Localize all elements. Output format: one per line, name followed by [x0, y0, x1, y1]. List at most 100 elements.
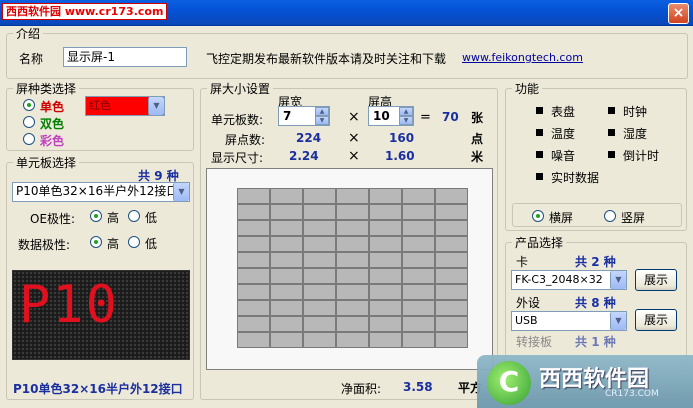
- countdown-square-icon: [608, 151, 615, 158]
- led-preview-text: P10: [19, 275, 119, 335]
- chevron-down-icon[interactable]: ▼: [610, 271, 626, 289]
- board-cell: [271, 269, 302, 283]
- name-label: 名称: [19, 52, 44, 66]
- board-cell: [238, 205, 269, 219]
- ext-show-button[interactable]: 展示: [635, 309, 677, 331]
- oe-high-radio[interactable]: [90, 210, 102, 222]
- board-cell: [436, 221, 467, 235]
- card-total: 2: [591, 255, 600, 269]
- adapter-total: 1: [591, 335, 600, 349]
- screen-type-legend: 屏种类选择: [13, 82, 80, 96]
- up-arrow-icon[interactable]: ▲: [399, 107, 413, 116]
- close-button[interactable]: ×: [668, 3, 689, 24]
- board-cell: [403, 333, 434, 347]
- board-cell: [436, 333, 467, 347]
- board-cell: [403, 317, 434, 331]
- board-cell: [337, 253, 368, 267]
- data-high-radio[interactable]: [90, 236, 102, 248]
- board-cell: [238, 221, 269, 235]
- board-cell: [403, 189, 434, 203]
- times-sign: ×: [348, 109, 360, 125]
- up-arrow-icon[interactable]: ▲: [315, 107, 329, 116]
- temperature-square-icon: [536, 129, 543, 136]
- height-stepper[interactable]: 10 ▲ ▼: [368, 106, 414, 126]
- board-cell: [271, 253, 302, 267]
- board-cell: [436, 301, 467, 315]
- watermark-url: www.cr173.com: [64, 5, 164, 18]
- down-arrow-icon[interactable]: ▼: [399, 116, 413, 125]
- board-cell: [304, 317, 335, 331]
- ext-select-value: USB: [515, 314, 538, 327]
- board-cell: [370, 269, 401, 283]
- chevron-down-icon[interactable]: ▼: [610, 312, 626, 330]
- full-color-radio[interactable]: [23, 133, 35, 145]
- landscape-label: 横屏: [549, 211, 574, 225]
- function-humidity: 湿度: [623, 127, 648, 141]
- adapter-total-suffix: 种: [603, 335, 616, 349]
- website-link[interactable]: www.feikongtech.com: [462, 51, 583, 64]
- product-legend: 产品选择: [512, 236, 567, 250]
- board-cell: [403, 237, 434, 251]
- board-cell: [238, 253, 269, 267]
- color-select[interactable]: 红色 ▼: [85, 96, 165, 116]
- board-cell: [370, 253, 401, 267]
- board-cell: [271, 301, 302, 315]
- width-stepper[interactable]: 7 ▲ ▼: [278, 106, 330, 126]
- function-legend: 功能: [512, 82, 543, 96]
- board-select[interactable]: P10单色32×16半户外12接口 ▼: [12, 182, 190, 202]
- oe-low-radio[interactable]: [128, 210, 140, 222]
- card-select[interactable]: FK-C3_2048×32 ▼: [511, 270, 627, 290]
- dual-color-radio[interactable]: [23, 116, 35, 128]
- board-cell: [337, 205, 368, 219]
- board-cell: [271, 333, 302, 347]
- down-arrow-icon[interactable]: ▼: [315, 116, 329, 125]
- board-cell: [304, 333, 335, 347]
- color-select-value: 红色: [89, 99, 111, 112]
- card-select-value: FK-C3_2048×32: [515, 273, 603, 286]
- realtime-square-icon: [536, 173, 543, 180]
- board-cell: [403, 205, 434, 219]
- chevron-down-icon[interactable]: ▼: [148, 97, 164, 115]
- noise-square-icon: [536, 151, 543, 158]
- board-cell: [238, 333, 269, 347]
- pixel-width: 224: [296, 131, 322, 145]
- board-cell: [304, 189, 335, 203]
- landscape-radio[interactable]: [532, 210, 544, 222]
- watermark-url-bottom: CR173.COM: [605, 389, 659, 399]
- data-high-label: 高: [107, 237, 120, 251]
- size-unit: 米: [471, 150, 484, 164]
- name-input[interactable]: 显示屏-1: [63, 47, 187, 67]
- pixel-unit: 点: [471, 132, 484, 146]
- total-boards: 70: [442, 110, 459, 124]
- board-cell: [337, 269, 368, 283]
- total-unit: 张: [471, 111, 484, 125]
- portrait-radio[interactable]: [604, 210, 616, 222]
- card-show-button[interactable]: 展示: [635, 269, 677, 291]
- full-color-label: 彩色: [40, 134, 65, 148]
- data-low-radio[interactable]: [128, 236, 140, 248]
- board-cell: [337, 189, 368, 203]
- chevron-down-icon[interactable]: ▼: [173, 183, 189, 201]
- ext-select[interactable]: USB ▼: [511, 311, 627, 331]
- board-cell: [337, 333, 368, 347]
- board-cell: [304, 301, 335, 315]
- ext-label: 外设: [516, 296, 541, 310]
- board-cell: [304, 269, 335, 283]
- function-countdown: 倒计时: [623, 149, 660, 163]
- board-cell: [271, 317, 302, 331]
- board-cell: [271, 237, 302, 251]
- card-total-suffix: 种: [603, 255, 616, 269]
- oe-low-label: 低: [145, 211, 158, 225]
- size-width: 2.24: [289, 149, 319, 163]
- board-cell: [436, 285, 467, 299]
- data-polarity-label: 数据极性:: [18, 238, 71, 252]
- width-value: 7: [283, 109, 292, 123]
- board-cell: [403, 269, 434, 283]
- board-select-value: P10单色32×16半户外12接口: [16, 184, 179, 198]
- times-sign: ×: [348, 130, 360, 146]
- board-cell: [370, 333, 401, 347]
- dial-square-icon: [536, 107, 543, 114]
- card-label: 卡: [516, 255, 529, 269]
- single-color-radio[interactable]: [23, 99, 35, 111]
- board-cell: [370, 205, 401, 219]
